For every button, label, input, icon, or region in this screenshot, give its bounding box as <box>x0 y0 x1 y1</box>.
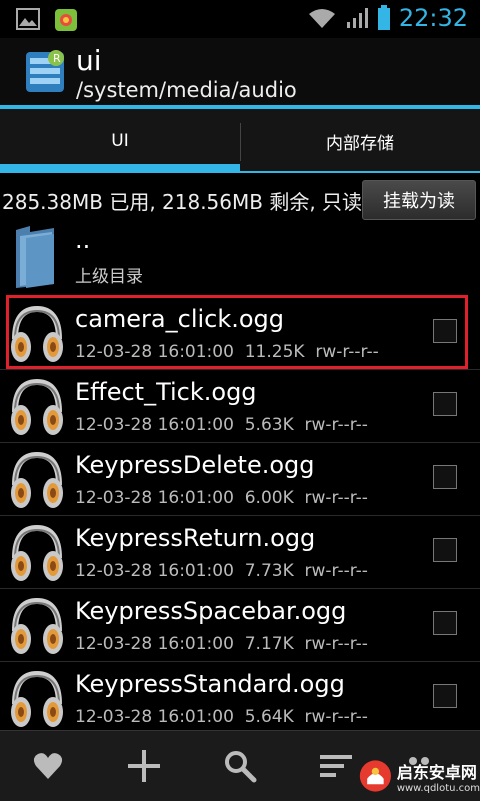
search-button[interactable] <box>210 741 270 791</box>
gallery-notification-icon <box>16 8 40 30</box>
app-logo-icon: R <box>26 50 64 92</box>
watermark-title: 启东安卓网 <box>396 762 477 782</box>
tab-internal-storage[interactable]: 内部存储 <box>240 109 480 173</box>
storage-info: 285.38MB 已用, 218.56MB 剩余, 只读 <box>2 190 363 214</box>
headphones-icon <box>8 595 66 657</box>
search-icon <box>225 751 257 783</box>
file-row[interactable]: KeypressSpacebar.ogg 12-03-28 16:01:00 7.… <box>0 589 480 662</box>
file-checkbox[interactable] <box>433 611 457 635</box>
plus-icon <box>128 750 160 782</box>
svg-text:R: R <box>53 52 61 65</box>
sort-icon <box>320 755 352 777</box>
file-checkbox[interactable] <box>433 538 457 562</box>
file-name: KeypressDelete.ogg <box>75 451 315 479</box>
parent-directory-label: 上级目录 <box>75 267 143 287</box>
selection-highlight <box>6 295 468 369</box>
file-checkbox[interactable] <box>433 392 457 416</box>
favorites-button[interactable] <box>18 741 78 791</box>
headphones-icon <box>8 449 66 511</box>
file-name: Effect_Tick.ogg <box>75 378 257 406</box>
page-title: ui <box>76 44 102 77</box>
parent-directory-name: .. <box>75 226 91 254</box>
file-row[interactable]: KeypressReturn.ogg 12-03-28 16:01:00 7.73… <box>0 516 480 589</box>
add-button[interactable] <box>114 741 174 791</box>
file-meta: 12-03-28 16:01:00 6.00K rw-r--r-- <box>75 488 368 508</box>
current-path: /system/media/audio <box>76 78 297 102</box>
file-row[interactable]: KeypressDelete.ogg 12-03-28 16:01:00 6.00… <box>0 443 480 516</box>
battery-icon <box>377 5 390 30</box>
watermark-logo-icon <box>359 760 391 792</box>
headphones-icon <box>8 522 66 584</box>
file-name: KeypressSpacebar.ogg <box>75 597 347 625</box>
file-row[interactable]: Effect_Tick.ogg 12-03-28 16:01:00 5.63K r… <box>0 370 480 443</box>
folder-icon <box>16 226 54 288</box>
heart-icon <box>33 753 63 779</box>
headphones-icon <box>8 668 66 730</box>
parent-directory-row[interactable]: .. 上级目录 <box>0 220 480 292</box>
file-row[interactable]: KeypressStandard.ogg 12-03-28 16:01:00 5.… <box>0 662 480 735</box>
headphones-icon <box>8 376 66 438</box>
app-notification-icon <box>55 9 77 31</box>
file-name: KeypressStandard.ogg <box>75 670 345 698</box>
app-header: R ui /system/media/audio <box>0 38 480 108</box>
file-checkbox[interactable] <box>433 465 457 489</box>
file-meta: 12-03-28 16:01:00 5.64K rw-r--r-- <box>75 707 368 727</box>
file-meta: 12-03-28 16:01:00 7.73K rw-r--r-- <box>75 561 368 581</box>
status-bar: 22:32 <box>0 0 480 38</box>
watermark: 启东安卓网 www.qdlotu.com <box>358 752 480 800</box>
signal-icon <box>346 8 368 28</box>
tab-baseline <box>0 171 480 173</box>
sort-button[interactable] <box>306 741 366 791</box>
file-meta: 12-03-28 16:01:00 7.17K rw-r--r-- <box>75 634 368 654</box>
file-meta: 12-03-28 16:01:00 5.63K rw-r--r-- <box>75 415 368 435</box>
watermark-url: www.qdlotu.com <box>396 782 480 794</box>
clock: 22:32 <box>398 4 468 32</box>
mount-button[interactable]: 挂载为读 <box>362 180 476 220</box>
file-checkbox[interactable] <box>433 684 457 708</box>
file-name: KeypressReturn.ogg <box>75 524 316 552</box>
wifi-icon <box>308 9 335 28</box>
